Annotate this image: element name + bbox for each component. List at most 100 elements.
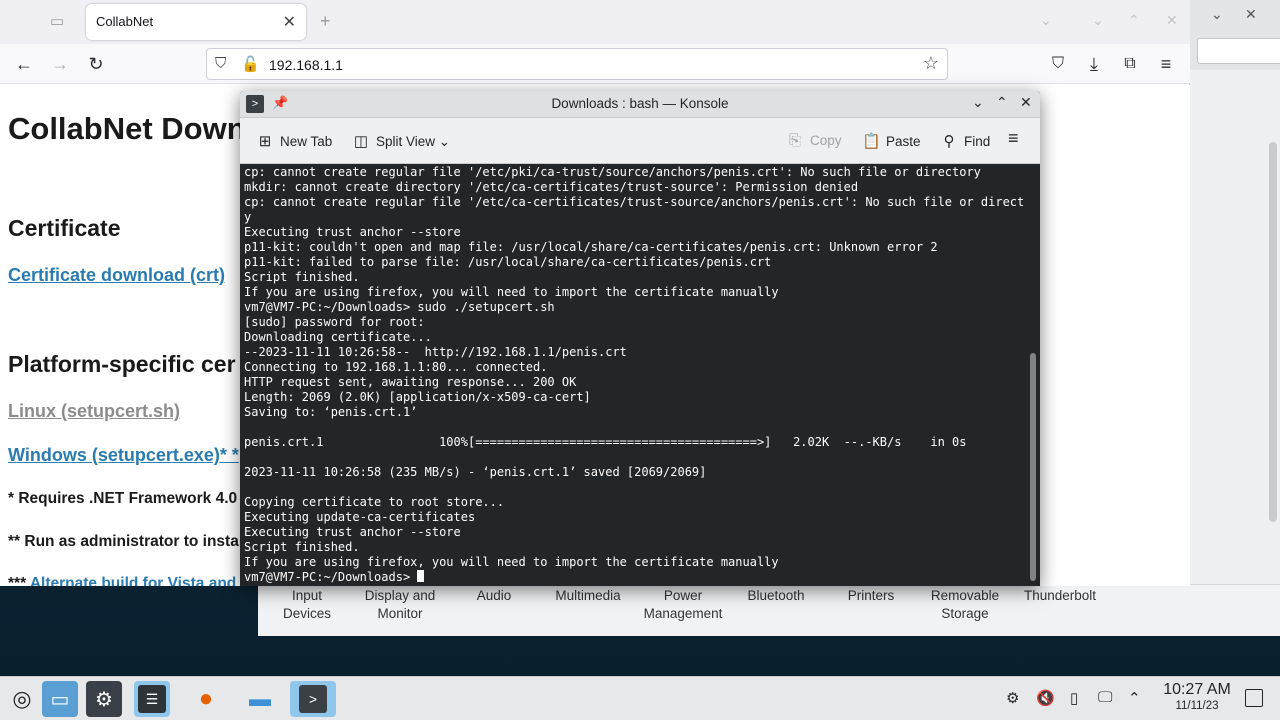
terminal-line: --2023-11-11 10:26:58-- http://192.168.1… bbox=[244, 345, 627, 359]
certificate-download-link[interactable]: Certificate download (crt) bbox=[8, 265, 225, 286]
display-icon[interactable]: 🖵 bbox=[1098, 689, 1112, 706]
konsole-window: > 📌 Downloads : bash — Konsole ⌄ ⌃ ✕ ⊞ Ne… bbox=[240, 91, 1040, 586]
alternate-build-link[interactable]: Alternate build for Vista and bbox=[30, 575, 236, 586]
settings-app-icon[interactable]: ⚙ bbox=[86, 681, 122, 717]
terminal-line: If you are using firefox, you will need … bbox=[244, 285, 779, 299]
minimize-icon[interactable]: ⌄ bbox=[1211, 6, 1223, 23]
windows-setup-link[interactable]: Windows (setupcert.exe)* * bbox=[8, 445, 239, 466]
paste-button[interactable]: 📋 Paste bbox=[862, 132, 921, 150]
terminal-line: Saving to: ‘penis.crt.1’ bbox=[244, 405, 418, 419]
tab-overflow-icon[interactable]: ⌄ bbox=[1040, 12, 1052, 29]
terminal-line: p11-kit: failed to parse file: /usr/loca… bbox=[244, 255, 772, 269]
taskbar-konsole-task[interactable]: > bbox=[290, 681, 336, 717]
extensions-icon[interactable]: ⧉ bbox=[1118, 52, 1142, 76]
tab-collabnet[interactable]: CollabNet ✕ bbox=[86, 4, 306, 40]
settings-category[interactable]: Printers bbox=[836, 587, 906, 605]
insecure-lock-icon[interactable]: 🔓 bbox=[241, 55, 260, 73]
terminal-line: mkdir: cannot create directory '/etc/ca-… bbox=[244, 180, 859, 194]
settings-search-input[interactable] bbox=[1197, 38, 1280, 64]
show-desktop-icon[interactable] bbox=[1245, 689, 1263, 707]
close-icon[interactable]: ✕ bbox=[1245, 6, 1257, 23]
tab-list-icon[interactable]: ▭ bbox=[50, 12, 70, 32]
reload-icon[interactable]: ↻ bbox=[84, 52, 108, 76]
terminal-line: Script finished. bbox=[244, 540, 360, 554]
tab-strip: ▭ CollabNet ✕ + ⌄ ⌄ ⌃ ✕ bbox=[0, 0, 1190, 44]
battery-icon[interactable]: ▯ bbox=[1070, 689, 1078, 707]
application-launcher-icon[interactable]: ◎ bbox=[4, 681, 40, 717]
settings-category[interactable]: Multimedia bbox=[548, 587, 628, 605]
terminal-prompt: vm7@VM7-PC:~/Downloads> bbox=[244, 570, 418, 584]
terminal-prompt-line[interactable]: vm7@VM7-PC:~/Downloads> bbox=[244, 570, 425, 585]
firefox-icon[interactable]: ● bbox=[188, 681, 224, 717]
network-icon[interactable]: ⚙ bbox=[1006, 689, 1019, 707]
settings-category[interactable]: Audio bbox=[464, 587, 524, 605]
alternate-build-prefix: *** bbox=[8, 575, 27, 586]
framework-note: * Requires .NET Framework 4.0 bbox=[8, 490, 238, 507]
terminal-line: Connecting to 192.168.1.1:80... connecte… bbox=[244, 360, 548, 374]
terminal-line: Downloading certificate... bbox=[244, 330, 432, 344]
forward-icon[interactable]: → bbox=[48, 52, 72, 76]
close-window-icon[interactable]: ✕ bbox=[1166, 12, 1178, 29]
terminal-line: Executing trust anchor --store bbox=[244, 225, 461, 239]
split-view-button[interactable]: ◫ Split View ⌄ bbox=[352, 132, 450, 150]
shield-icon[interactable]: ⛉ bbox=[215, 55, 226, 72]
settings-window: ⌄ ✕ bbox=[1188, 0, 1280, 636]
terminal-line: Length: 2069 (2.0K) [application/x-x509-… bbox=[244, 390, 591, 404]
hamburger-menu-icon[interactable]: ≡ bbox=[1008, 128, 1019, 149]
settings-category[interactable]: Input Devices bbox=[272, 587, 342, 623]
minimize-icon[interactable]: ⌄ bbox=[1092, 12, 1104, 29]
konsole-titlebar[interactable]: > 📌 Downloads : bash — Konsole ⌄ ⌃ ✕ bbox=[240, 91, 1040, 118]
tray-expand-icon[interactable]: ⌃ bbox=[1128, 689, 1141, 707]
terminal-line: vm7@VM7-PC:~/Downloads> sudo ./setupcert… bbox=[244, 300, 555, 314]
terminal-line: If you are using firefox, you will need … bbox=[244, 555, 779, 569]
terminal-line: y bbox=[244, 210, 252, 224]
settings-category[interactable]: Bluetooth bbox=[738, 587, 814, 605]
clock[interactable]: 10:27 AM 11/11/23 bbox=[1148, 681, 1246, 713]
terminal-scrollbar[interactable] bbox=[1030, 353, 1036, 581]
terminal-line: Copying certificate to root store... bbox=[244, 495, 505, 509]
menu-icon[interactable]: ≡ bbox=[1154, 52, 1178, 76]
maximize-icon[interactable]: ⌃ bbox=[1128, 12, 1140, 29]
terminal-cursor bbox=[417, 570, 425, 582]
settings-category[interactable]: Power Management bbox=[638, 587, 728, 623]
settings-category[interactable]: Thunderbolt bbox=[1018, 587, 1102, 605]
url-text[interactable]: 192.168.1.1 bbox=[269, 57, 343, 73]
clock-date: 11/11/23 bbox=[1175, 700, 1219, 712]
close-tab-icon[interactable]: ✕ bbox=[283, 12, 296, 32]
settings-category[interactable]: Removable Storage bbox=[926, 587, 1004, 623]
linux-setup-link[interactable]: Linux (setupcert.sh) bbox=[8, 401, 180, 422]
minimize-icon[interactable]: ⌄ bbox=[972, 94, 984, 111]
terminal-line: Script finished. bbox=[244, 270, 360, 284]
chevron-down-icon: ⌄ bbox=[438, 134, 451, 149]
terminal-line: Executing trust anchor --store bbox=[244, 525, 461, 539]
find-button[interactable]: ⚲ Find bbox=[940, 132, 991, 150]
file-manager-icon[interactable]: ▬ bbox=[242, 681, 278, 717]
taskbar-settings-task[interactable]: ☰ bbox=[134, 681, 170, 717]
maximize-icon[interactable]: ⌃ bbox=[996, 94, 1008, 111]
downloads-icon[interactable]: ⤓ bbox=[1082, 52, 1106, 76]
paste-icon: 📋 bbox=[862, 133, 881, 150]
alternate-build-note: *** Alternate build for Vista and bbox=[8, 575, 236, 586]
terminal-line: Executing update-ca-certificates bbox=[244, 510, 476, 524]
pocket-icon[interactable]: ⛉ bbox=[1046, 52, 1070, 76]
copy-icon: ⎘ bbox=[788, 132, 801, 149]
desktop-pager-icon[interactable]: ▭ bbox=[42, 681, 78, 717]
copy-button[interactable]: ⎘ Copy bbox=[786, 132, 842, 149]
close-window-icon[interactable]: ✕ bbox=[1020, 94, 1032, 111]
bookmark-star-icon[interactable]: ☆ bbox=[923, 53, 939, 74]
volume-muted-icon[interactable]: 🔇 bbox=[1036, 689, 1055, 707]
terminal-line: p11-kit: couldn't open and map file: /us… bbox=[244, 240, 938, 254]
terminal-line: penis.crt.1 100%[=======================… bbox=[244, 435, 967, 449]
konsole-toolbar: ⊞ New Tab ◫ Split View ⌄ ⎘ Copy 📋 Paste ⚲ Fin… bbox=[240, 118, 1040, 164]
terminal-output[interactable]: cp: cannot create regular file '/etc/pki… bbox=[240, 164, 1024, 586]
new-tab-icon[interactable]: + bbox=[320, 11, 331, 32]
settings-category[interactable]: Display and Monitor bbox=[356, 587, 444, 623]
new-tab-icon: ⊞ bbox=[258, 133, 272, 150]
terminal-line: cp: cannot create regular file '/etc/ca-… bbox=[244, 195, 1024, 209]
section-heading-certificate: Certificate bbox=[8, 215, 121, 241]
new-tab-button[interactable]: ⊞ New Tab bbox=[256, 132, 333, 150]
back-icon[interactable]: ← bbox=[12, 52, 36, 76]
url-bar[interactable]: ⛉ 🔓 192.168.1.1 ☆ bbox=[206, 48, 948, 80]
settings-scrollbar[interactable] bbox=[1269, 142, 1277, 522]
terminal-line: cp: cannot create regular file '/etc/pki… bbox=[244, 165, 981, 179]
